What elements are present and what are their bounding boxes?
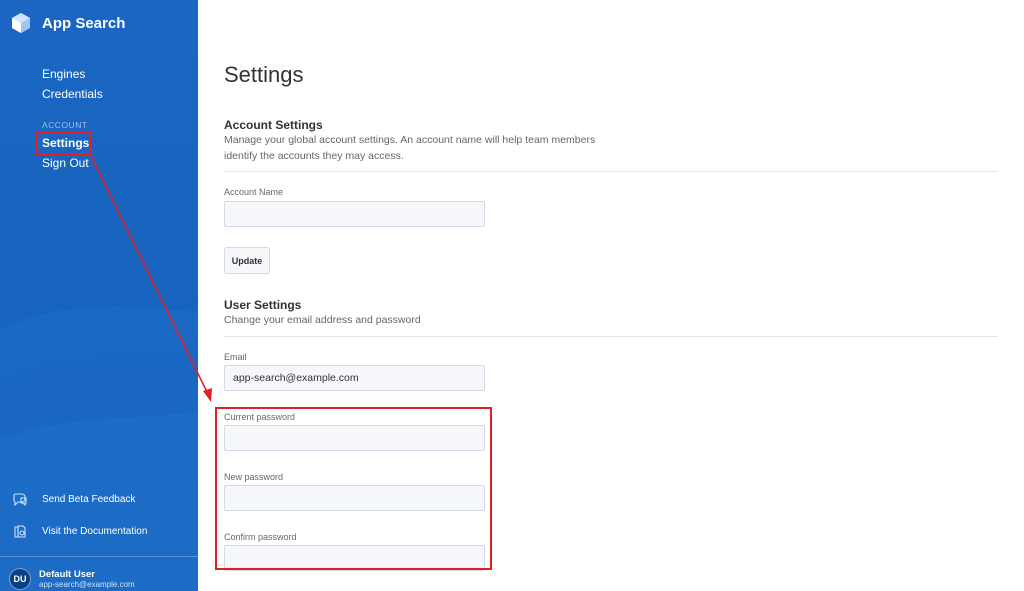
main-content: Settings Account Settings Manage your gl… (224, 0, 998, 591)
send-beta-feedback-label: Send Beta Feedback (42, 493, 136, 505)
confirm-password-field[interactable] (224, 545, 485, 571)
sidebar-section-account: ACCOUNT (42, 120, 88, 130)
brand-name: App Search (42, 14, 126, 32)
account-settings-divider (224, 171, 998, 172)
page-title: Settings (224, 62, 304, 87)
brand[interactable]: App Search (10, 12, 125, 34)
user-settings-divider (224, 336, 998, 337)
chat-bubble-icon (13, 493, 27, 507)
sidebar-divider (0, 556, 198, 557)
account-name-label: Account Name (224, 187, 284, 197)
visit-documentation-link[interactable]: Visit the Documentation (12, 520, 192, 542)
documentation-icon (14, 525, 26, 538)
current-password-field[interactable] (224, 425, 485, 451)
sidebar-footer-links: Send Beta Feedback Visit the Documentati… (12, 488, 192, 552)
send-beta-feedback-link[interactable]: Send Beta Feedback (12, 488, 192, 510)
sidebar-item-settings[interactable]: Settings (42, 133, 103, 153)
account-name-input[interactable] (224, 201, 485, 227)
confirm-password-label: Confirm password (224, 532, 297, 542)
user-settings-title: User Settings (224, 298, 302, 312)
new-password-label: New password (224, 472, 284, 482)
email-label: Email (224, 352, 247, 362)
user-email: app-search@example.com (39, 579, 135, 589)
account-settings-description: Manage your global account settings. An … (224, 134, 596, 162)
sidebar: App Search Engines Credentials ACCOUNT S… (0, 0, 198, 591)
user-menu[interactable]: DU Default User app-search@example.com (9, 568, 135, 590)
current-password-label: Current password (224, 412, 296, 422)
account-settings-title: Account Settings (224, 118, 323, 132)
sidebar-nav: Engines Credentials ACCOUNT Settings Sig… (42, 64, 103, 173)
avatar: DU (9, 568, 31, 590)
sidebar-item-sign-out[interactable]: Sign Out (42, 153, 103, 173)
sidebar-item-credentials[interactable]: Credentials (42, 84, 103, 104)
sidebar-item-engines[interactable]: Engines (42, 64, 103, 84)
user-name: Default User (39, 568, 95, 580)
user-settings-description: Change your email address and password (224, 314, 421, 326)
app-search-logo-icon (12, 13, 30, 33)
new-password-field[interactable] (224, 485, 485, 511)
visit-documentation-label: Visit the Documentation (42, 525, 148, 537)
update-button[interactable]: Update (224, 247, 270, 274)
email-field[interactable] (224, 365, 485, 391)
